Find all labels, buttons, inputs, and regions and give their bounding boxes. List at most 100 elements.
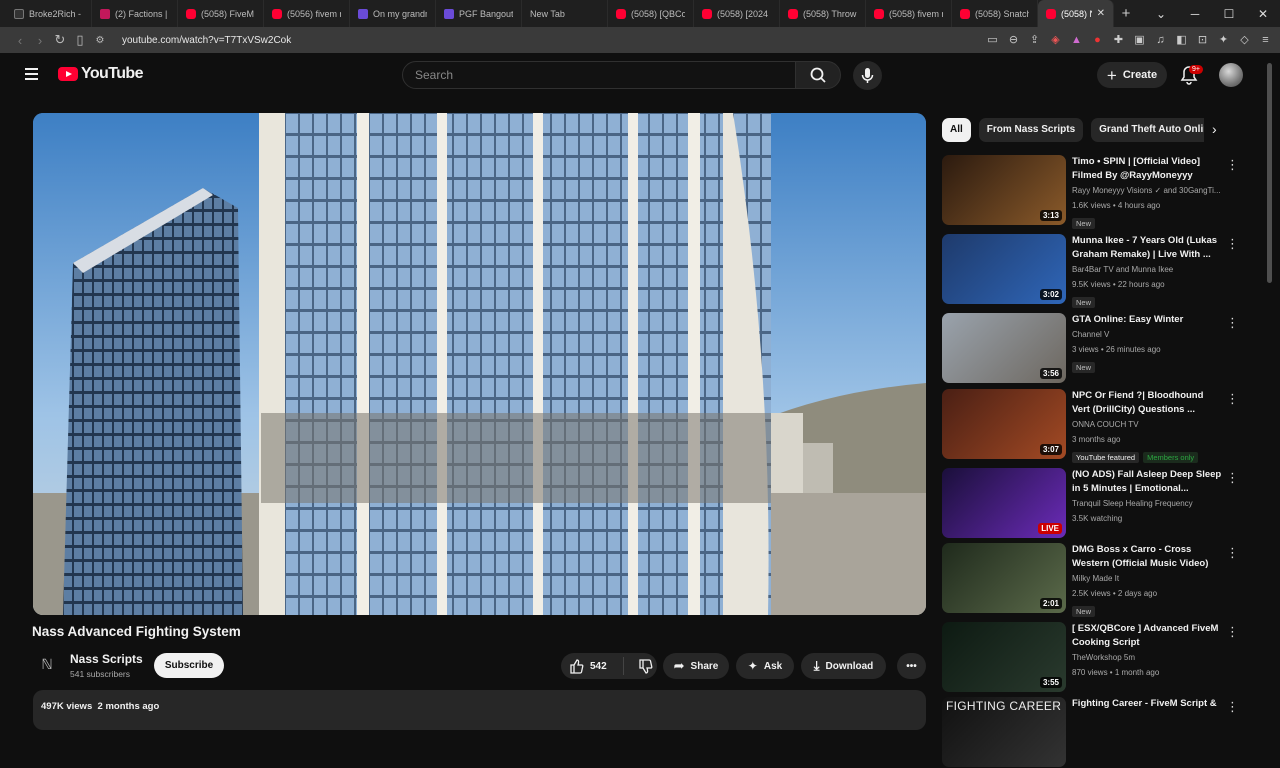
more-vertical-icon[interactable]: ⋮	[1226, 470, 1239, 486]
recommendation-item[interactable]: LIVE (NO ADS) Fall Asleep Deep Sleep in 5…	[942, 468, 1252, 539]
browser-tab[interactable]: Broke2Rich - H	[6, 0, 92, 27]
recommendation-title[interactable]: NPC Or Fiend ?| Bloodhound Vert (DrillCi…	[1072, 389, 1222, 417]
music-icon[interactable]: ♫	[1154, 34, 1167, 47]
voice-search-button[interactable]	[853, 61, 882, 90]
url-text[interactable]: youtube.com/watch?v=T7TxVSw2Cok	[122, 35, 291, 46]
subscribe-button[interactable]: Subscribe	[154, 653, 224, 678]
search-input[interactable]: Search	[402, 61, 796, 89]
browser-tab[interactable]: PGF Bangout -	[436, 0, 522, 27]
vpn-icon[interactable]: ◇	[1238, 34, 1251, 47]
page-scrollbar[interactable]	[1267, 53, 1273, 720]
avatar[interactable]	[1219, 63, 1243, 87]
menu-icon[interactable]: ≡	[1259, 34, 1272, 47]
recommendation-channel[interactable]: Channel V	[1072, 330, 1109, 339]
recommendation-item[interactable]: 2:01 DMG Boss x Carro - Cross Western (Of…	[942, 543, 1252, 617]
new-tab-button[interactable]: +	[1114, 5, 1138, 22]
browser-tab[interactable]: (5058) Snatch	[952, 0, 1038, 27]
share-page-icon[interactable]: ⇪	[1028, 34, 1041, 47]
site-info-icon[interactable]: ⚙	[90, 35, 110, 46]
description-box[interactable]: 497K views 2 months ago	[33, 690, 926, 730]
recommendation-item[interactable]: 3:07 NPC Or Fiend ?| Bloodhound Vert (Dri…	[942, 389, 1252, 463]
browser-tab[interactable]: (5058) [2024 R	[694, 0, 780, 27]
more-actions-button[interactable]: •••	[897, 653, 926, 679]
more-vertical-icon[interactable]: ⋮	[1226, 157, 1239, 173]
recommendation-channel[interactable]: Tranquil Sleep Healing Frequency	[1072, 499, 1193, 508]
browser-tab[interactable]: (5058) Throw E	[780, 0, 866, 27]
video-thumbnail[interactable]: 3:07	[942, 389, 1066, 459]
browser-tab[interactable]: (5058) fivem n	[866, 0, 952, 27]
recommendation-title[interactable]: DMG Boss x Carro - Cross Western (Offici…	[1072, 543, 1222, 571]
channel-name[interactable]: Nass Scripts	[70, 652, 143, 666]
puzzle-icon[interactable]: ✚	[1112, 34, 1125, 47]
filter-chip[interactable]: All	[942, 118, 971, 142]
recommendation-title[interactable]: (NO ADS) Fall Asleep Deep Sleep in 5 Min…	[1072, 468, 1222, 496]
recommendation-item[interactable]: 3:56 GTA Online: Easy Winter Channel V 3 vi…	[942, 313, 1252, 384]
like-count[interactable]: 542	[590, 661, 607, 672]
bookmark-icon[interactable]: ▯	[70, 32, 90, 48]
ask-button[interactable]: ✦ Ask	[736, 653, 794, 679]
screenshot-icon[interactable]: ⊡	[1196, 34, 1209, 47]
search-button[interactable]	[795, 61, 841, 89]
recommendation-title[interactable]: Munna Ikee - 7 Years Old (Lukas Graham R…	[1072, 234, 1222, 262]
recommendation-channel[interactable]: ONNA COUCH TV	[1072, 420, 1139, 429]
browser-tab[interactable]: On my grandm	[350, 0, 436, 27]
create-button[interactable]: + Create	[1097, 62, 1167, 88]
browser-tab[interactable]: (2) Factions | T	[92, 0, 178, 27]
youtube-logo[interactable]: YouTube	[58, 65, 143, 83]
recommendation-item[interactable]: 3:02 Munna Ikee - 7 Years Old (Lukas Grah…	[942, 234, 1252, 308]
sidebar-icon[interactable]: ◧	[1175, 34, 1188, 47]
video-thumbnail[interactable]: FIGHTING CAREER	[942, 697, 1066, 767]
video-thumbnail[interactable]: 3:02	[942, 234, 1066, 304]
more-vertical-icon[interactable]: ⋮	[1226, 236, 1239, 252]
chevron-right-icon[interactable]: ›	[1212, 121, 1217, 137]
thumbs-down-icon[interactable]	[638, 658, 653, 674]
forward-button[interactable]: ›	[30, 33, 50, 48]
browser-tab[interactable]: (5058) Na ✕	[1038, 0, 1114, 27]
video-thumbnail[interactable]: LIVE	[942, 468, 1066, 538]
browser-tab[interactable]: (5058) [QBCore	[608, 0, 694, 27]
recommendation-channel[interactable]: TheWorkshop 5m	[1072, 653, 1135, 662]
close-window-button[interactable]: ✕	[1246, 0, 1280, 27]
recommendation-item[interactable]: FIGHTING CAREER Fighting Career - FiveM S…	[942, 697, 1252, 768]
more-vertical-icon[interactable]: ⋮	[1226, 699, 1239, 715]
reload-button[interactable]: ↻	[50, 32, 70, 48]
hamburger-menu-icon[interactable]	[25, 68, 38, 83]
close-tab-icon[interactable]: ✕	[1097, 8, 1105, 19]
more-vertical-icon[interactable]: ⋮	[1226, 545, 1239, 561]
video-thumbnail[interactable]: 3:55	[942, 622, 1066, 692]
video-thumbnail[interactable]: 3:13	[942, 155, 1066, 225]
recommendation-item[interactable]: 3:13 Timo • SPIN | [Official Video] Filme…	[942, 155, 1252, 229]
recommendation-title[interactable]: Fighting Career - FiveM Script &	[1072, 697, 1222, 711]
scrollbar-thumb[interactable]	[1267, 63, 1272, 283]
share-button[interactable]: ➦ Share	[663, 653, 729, 679]
chevron-down-icon[interactable]: ⌄	[1144, 0, 1178, 27]
zoom-icon[interactable]: ⊖	[1007, 34, 1020, 47]
video-thumbnail[interactable]: 2:01	[942, 543, 1066, 613]
extension-red-icon[interactable]: ●	[1091, 34, 1104, 47]
filter-chip[interactable]: From Nass Scripts	[978, 118, 1084, 142]
recommendation-channel[interactable]: Rayy Moneyyy Visions	[1072, 186, 1152, 195]
maximize-button[interactable]: ☐	[1212, 0, 1246, 27]
recommendation-title[interactable]: Timo • SPIN | [Official Video] Filmed By…	[1072, 155, 1222, 183]
more-vertical-icon[interactable]: ⋮	[1226, 315, 1239, 331]
recommendation-channel[interactable]: Milky Made It	[1072, 574, 1119, 583]
thumbs-up-icon[interactable]	[569, 658, 584, 674]
browser-tab[interactable]: (5058) FiveM S	[178, 0, 264, 27]
more-vertical-icon[interactable]: ⋮	[1226, 391, 1239, 407]
video-thumbnail[interactable]: 3:56	[942, 313, 1066, 383]
channel-logo-icon[interactable]: ℕ	[38, 656, 56, 674]
triangle-icon[interactable]: ▲	[1070, 34, 1083, 47]
video-player[interactable]	[33, 113, 926, 615]
recommendation-item[interactable]: 3:55 [ ESX/QBCore ] Advanced FiveM Cookin…	[942, 622, 1252, 693]
wallet-icon[interactable]: ▣	[1133, 34, 1146, 47]
back-button[interactable]: ‹	[10, 33, 30, 48]
browser-tab[interactable]: (5056) fivem n	[264, 0, 350, 27]
more-vertical-icon[interactable]: ⋮	[1226, 624, 1239, 640]
shield-icon[interactable]: ◈	[1049, 34, 1062, 47]
recommendation-title[interactable]: GTA Online: Easy Winter	[1072, 313, 1222, 327]
filter-chip[interactable]: Grand Theft Auto Online	[1091, 118, 1204, 142]
download-button[interactable]: ⤓ Download	[801, 653, 886, 679]
cast-icon[interactable]: ▭	[986, 34, 999, 47]
recommendation-channel[interactable]: Bar4Bar TV and Munna Ikee	[1072, 265, 1173, 274]
ai-icon[interactable]: ✦	[1217, 34, 1230, 47]
